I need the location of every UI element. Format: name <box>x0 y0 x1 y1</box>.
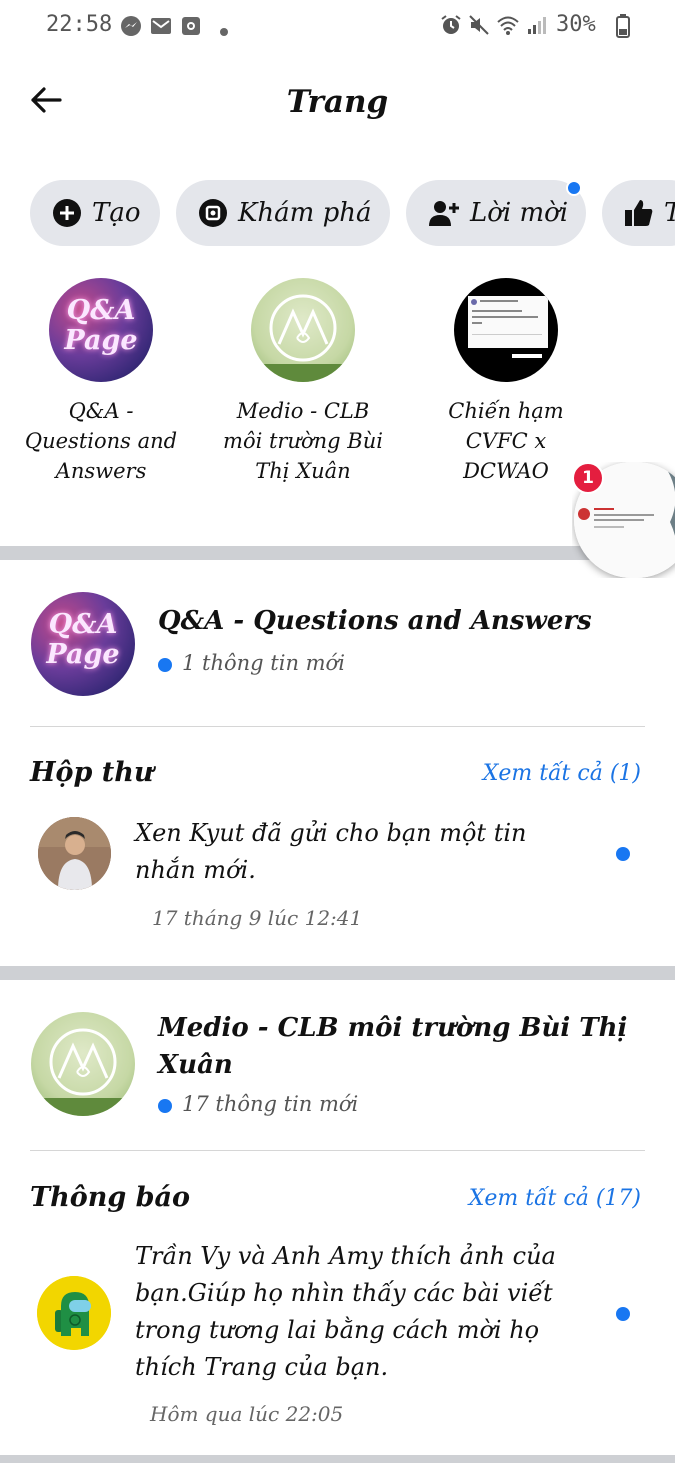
signal-icon <box>526 15 546 39</box>
section-divider <box>0 966 675 980</box>
status-time: 22:58 <box>46 12 113 37</box>
battery-percent: 30% <box>556 12 596 37</box>
section-divider <box>0 1455 675 1463</box>
see-all-link[interactable]: Xem tất cả (17) <box>469 1186 641 1211</box>
invites-chip[interactable]: Lời mời <box>406 180 586 246</box>
inbox-message-time: 17 tháng 9 lúc 12:41 <box>152 906 363 930</box>
liked-chip[interactable]: T <box>602 180 675 246</box>
inbox-message-text: Xen Kyut đã gửi cho bạn một tin nhắn mới… <box>135 819 527 884</box>
chip-label: T <box>664 198 675 228</box>
section-page-avatar[interactable] <box>31 1012 135 1116</box>
post-screenshot-thumb <box>468 296 548 358</box>
chat-head-badge: 1 <box>572 462 604 494</box>
thumbs-up-icon <box>625 200 653 226</box>
alarm-icon <box>440 14 462 40</box>
section-page-name[interactable]: Medio - CLB môi trường Bùi Thị Xuân <box>158 1010 628 1084</box>
camera-icon <box>181 16 201 40</box>
section-page-avatar[interactable]: Q&A Page <box>31 592 135 696</box>
new-info-dot <box>158 658 172 672</box>
add-person-icon <box>429 201 459 226</box>
page-avatar <box>251 278 355 382</box>
page-name: Medio - CLB môi trường Bùi Thị Xuân <box>223 399 383 483</box>
inbox-title: Hộp thư <box>30 757 154 788</box>
separator <box>30 726 645 727</box>
messenger-icon <box>120 15 142 41</box>
notification-time: Hôm qua lúc 22:05 <box>150 1402 344 1426</box>
compass-icon <box>199 199 227 227</box>
unread-dot <box>616 1307 630 1321</box>
new-info-text: 1 thông tin mới <box>182 651 345 675</box>
new-info-dot <box>158 1099 172 1113</box>
notifier-avatar <box>37 1276 111 1350</box>
medio-logo <box>251 294 355 382</box>
sender-avatar <box>38 817 111 890</box>
unread-dot <box>616 847 630 861</box>
notification-text: Trần Vy và Anh Amy thích ảnh của bạn.Giú… <box>135 1242 556 1381</box>
chat-head-bubble[interactable]: 1 <box>572 462 675 578</box>
create-chip[interactable]: Tạo <box>30 180 160 246</box>
gmail-icon <box>150 17 172 39</box>
plus-circle-icon <box>53 199 81 227</box>
medio-logo <box>31 1028 135 1116</box>
chip-label: Lời mời <box>470 198 569 228</box>
invites-badge <box>566 180 582 196</box>
see-all-link[interactable]: Xem tất cả (1) <box>483 761 641 786</box>
page-title: Trang <box>286 84 389 120</box>
section-page-name[interactable]: Q&A - Questions and Answers <box>158 606 638 636</box>
notifications-title: Thông báo <box>30 1182 191 1213</box>
qa-logo: Q&A Page <box>46 609 120 670</box>
mute-icon <box>468 14 490 40</box>
page-name: Q&A - Questions and Answers <box>24 399 178 483</box>
new-info-text: 17 thông tin mới <box>182 1092 359 1116</box>
chip-label: Tạo <box>92 198 141 228</box>
dot-icon <box>220 21 228 40</box>
page-avatar: Q&A Page <box>49 278 153 382</box>
separator <box>30 1150 645 1151</box>
page-name: Chiến hạm CVFC x DCWAO <box>448 399 564 483</box>
chip-label: Khám phá <box>238 198 372 228</box>
qa-logo: Q&A Page <box>64 295 138 356</box>
explore-chip[interactable]: Khám phá <box>176 180 390 246</box>
battery-icon <box>616 14 630 42</box>
wifi-icon <box>496 14 520 40</box>
page-avatar <box>454 278 558 382</box>
